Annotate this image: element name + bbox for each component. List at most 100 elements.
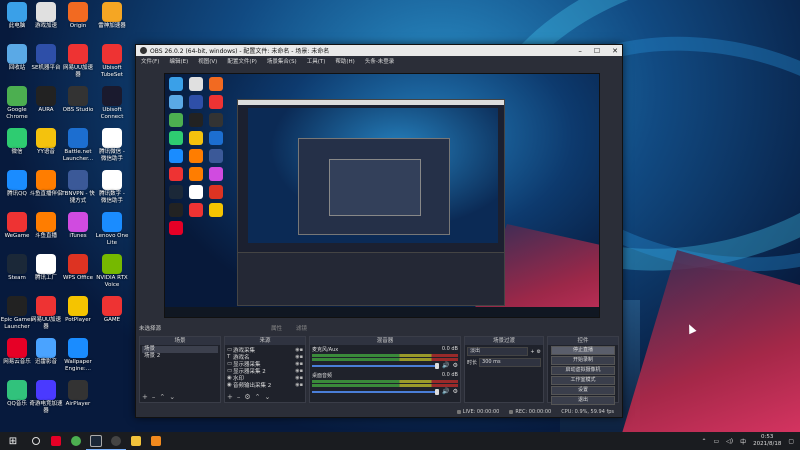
window-titlebar[interactable]: OBS 26.0.2 (64-bit, windows) - 配置文件: 未命名… — [136, 45, 622, 56]
speaker-icon[interactable]: 🔊 — [442, 362, 449, 369]
gear-icon[interactable]: ⚙ — [244, 393, 250, 401]
visibility-icon[interactable]: ◉▪ — [295, 361, 303, 367]
clock[interactable]: 0:53 2021/8/18 — [753, 434, 781, 448]
add-icon[interactable]: + — [530, 349, 534, 355]
desktop-icon[interactable]: 雷神加速器 — [95, 2, 129, 30]
transition-select[interactable]: 淡出 — [467, 347, 529, 356]
move-up-icon[interactable]: ⌃ — [255, 393, 261, 401]
source-item[interactable]: ◉ 音频输出采集 2 ◉▪ — [227, 381, 303, 389]
network-icon[interactable]: ▭ — [713, 438, 719, 445]
gear-icon[interactable]: ⚙ — [537, 349, 541, 355]
desktop-icon[interactable]: AirPlayer — [61, 380, 95, 408]
desktop-icon[interactable]: Ubisoft Connect — [95, 86, 129, 120]
chevron-up-icon[interactable]: ⌃ — [701, 438, 706, 445]
menu-toutiao[interactable]: 头条-未登录 — [365, 57, 395, 65]
app-icon — [102, 254, 122, 274]
windows-start-icon[interactable]: ⊞ — [0, 436, 26, 447]
menu-scene-collection[interactable]: 场景集合(S) — [267, 57, 297, 65]
desktop-icon[interactable]: AURA — [29, 86, 63, 114]
menu-profile[interactable]: 配置文件(P) — [227, 57, 257, 65]
scenes-dock: 场景 场景 场景 2 + – ⌃ ⌄ — [139, 336, 221, 403]
close-icon[interactable]: ✕ — [612, 47, 618, 55]
visibility-icon[interactable]: ◉▪ — [295, 368, 303, 374]
preview-desktop-icons — [169, 77, 229, 235]
add-icon[interactable]: + — [142, 393, 148, 401]
menu-file[interactable]: 文件(F) — [141, 57, 159, 65]
desktop-icon[interactable]: Ubisoft TubeSet — [95, 44, 129, 78]
desktop-icon[interactable]: TBNVPN - 快 捷方式 — [61, 170, 95, 204]
remove-icon[interactable]: – — [152, 393, 156, 401]
volume-slider[interactable] — [312, 362, 440, 369]
desktop-icon[interactable]: Battle.net Launcher... — [61, 128, 95, 162]
menu-help[interactable]: 帮助(H) — [335, 57, 354, 65]
maximize-icon[interactable]: ☐ — [594, 47, 600, 55]
volume-slider[interactable] — [312, 388, 440, 395]
visibility-icon[interactable]: ◉▪ — [295, 375, 303, 381]
app-icon — [68, 296, 88, 316]
volume-icon[interactable]: ◁) — [726, 438, 733, 445]
start-recording-button[interactable]: 开始录制 — [551, 356, 615, 365]
desktop-icon[interactable]: Wallpaper Engine:... — [61, 338, 95, 372]
desktop-icon[interactable]: Origin — [61, 2, 95, 30]
desktop-icon[interactable]: 斗鱼直播伴侣 — [29, 170, 63, 198]
desktop-icon[interactable]: SE机器平台 — [29, 44, 63, 72]
desktop-icon[interactable]: iTunes — [61, 212, 95, 240]
virtual-camera-button[interactable]: 启动虚拟摄像机 — [551, 366, 615, 375]
desktop-icon[interactable]: 腾讯数字 - 微信助手 — [95, 170, 129, 204]
menu-view[interactable]: 视图(V) — [198, 57, 217, 65]
nested-titlebar — [238, 100, 504, 105]
desktop-icon-label: iTunes — [69, 233, 87, 239]
desktop-icon[interactable]: 网易UU加速器 — [61, 44, 95, 78]
move-down-icon[interactable]: ⌄ — [265, 393, 271, 401]
desktop-icon[interactable]: WPS Office — [61, 254, 95, 282]
scene-item[interactable]: 场景 2 — [142, 353, 218, 360]
speaker-icon[interactable]: 🔊 — [442, 388, 449, 395]
settings-button[interactable]: 设置 — [551, 386, 615, 395]
explorer-taskbar-icon[interactable] — [126, 432, 146, 450]
netease-music-taskbar-icon[interactable] — [46, 432, 66, 450]
desktop-icon[interactable]: 网易UU加速器 — [29, 296, 63, 330]
stop-streaming-button[interactable]: 停止直播 — [551, 346, 615, 355]
desktop-icon[interactable]: GAME — [95, 296, 129, 324]
desktop-icon[interactable]: 迅雷影音 — [29, 338, 63, 366]
menu-tools[interactable]: 工具(T) — [307, 57, 326, 65]
chrome-taskbar-icon[interactable] — [66, 432, 86, 450]
desktop-icon[interactable]: Lenovo One Lite — [95, 212, 129, 246]
desktop-icon[interactable]: 腾讯工厂 — [29, 254, 63, 282]
minimize-icon[interactable]: – — [578, 47, 582, 55]
visibility-icon[interactable]: ◉▪ — [295, 382, 303, 388]
preview-canvas[interactable] — [164, 73, 600, 318]
app-icon — [7, 254, 27, 274]
gear-icon[interactable]: ⚙ — [453, 362, 458, 369]
obs-taskbar-icon[interactable] — [106, 432, 126, 450]
scene-item[interactable]: 场景 — [142, 346, 218, 353]
app-taskbar-icon[interactable] — [146, 432, 166, 450]
controls-dock: 控件 停止直播 开始录制 启动虚拟摄像机 工作室模式 设置 退出 — [547, 336, 619, 405]
studio-mode-button[interactable]: 工作室模式 — [551, 376, 615, 385]
desktop-icon[interactable]: 斗鱼直播 — [29, 212, 63, 240]
desktop-icon[interactable]: 游戏加速 — [29, 2, 63, 30]
desktop-icon-label: 腾讯数字 - 微信助手 — [99, 191, 125, 204]
duration-input[interactable]: 300 ms — [479, 358, 541, 367]
move-down-icon[interactable]: ⌄ — [169, 393, 175, 401]
input-language[interactable]: 中 — [740, 437, 746, 446]
visibility-icon[interactable]: ◉▪ — [295, 347, 303, 353]
desktop-icon[interactable]: 奇游电竞加速器 — [29, 380, 63, 414]
visibility-icon[interactable]: ◉▪ — [295, 354, 303, 360]
desktop-icon[interactable]: 腾讯微信 - 微信助手 — [95, 128, 129, 162]
properties-button[interactable]: 属性 — [271, 324, 282, 332]
search-icon[interactable] — [26, 432, 46, 450]
exit-button[interactable]: 退出 — [551, 396, 615, 405]
menu-edit[interactable]: 编辑(E) — [169, 57, 188, 65]
remove-icon[interactable]: – — [237, 393, 241, 401]
desktop-icon[interactable]: YY语音 — [29, 128, 63, 156]
move-up-icon[interactable]: ⌃ — [159, 393, 165, 401]
desktop-icon[interactable]: NVIDIA RTX Voice — [95, 254, 129, 288]
desktop-icon[interactable]: PotPlayer — [61, 296, 95, 324]
add-icon[interactable]: + — [227, 393, 233, 401]
desktop-icon[interactable]: OBS Studio — [61, 86, 95, 114]
steam-taskbar-icon[interactable] — [86, 432, 106, 450]
filters-button[interactable]: 滤镜 — [296, 324, 307, 332]
notification-icon[interactable]: ▢ — [788, 438, 794, 445]
gear-icon[interactable]: ⚙ — [453, 388, 458, 395]
